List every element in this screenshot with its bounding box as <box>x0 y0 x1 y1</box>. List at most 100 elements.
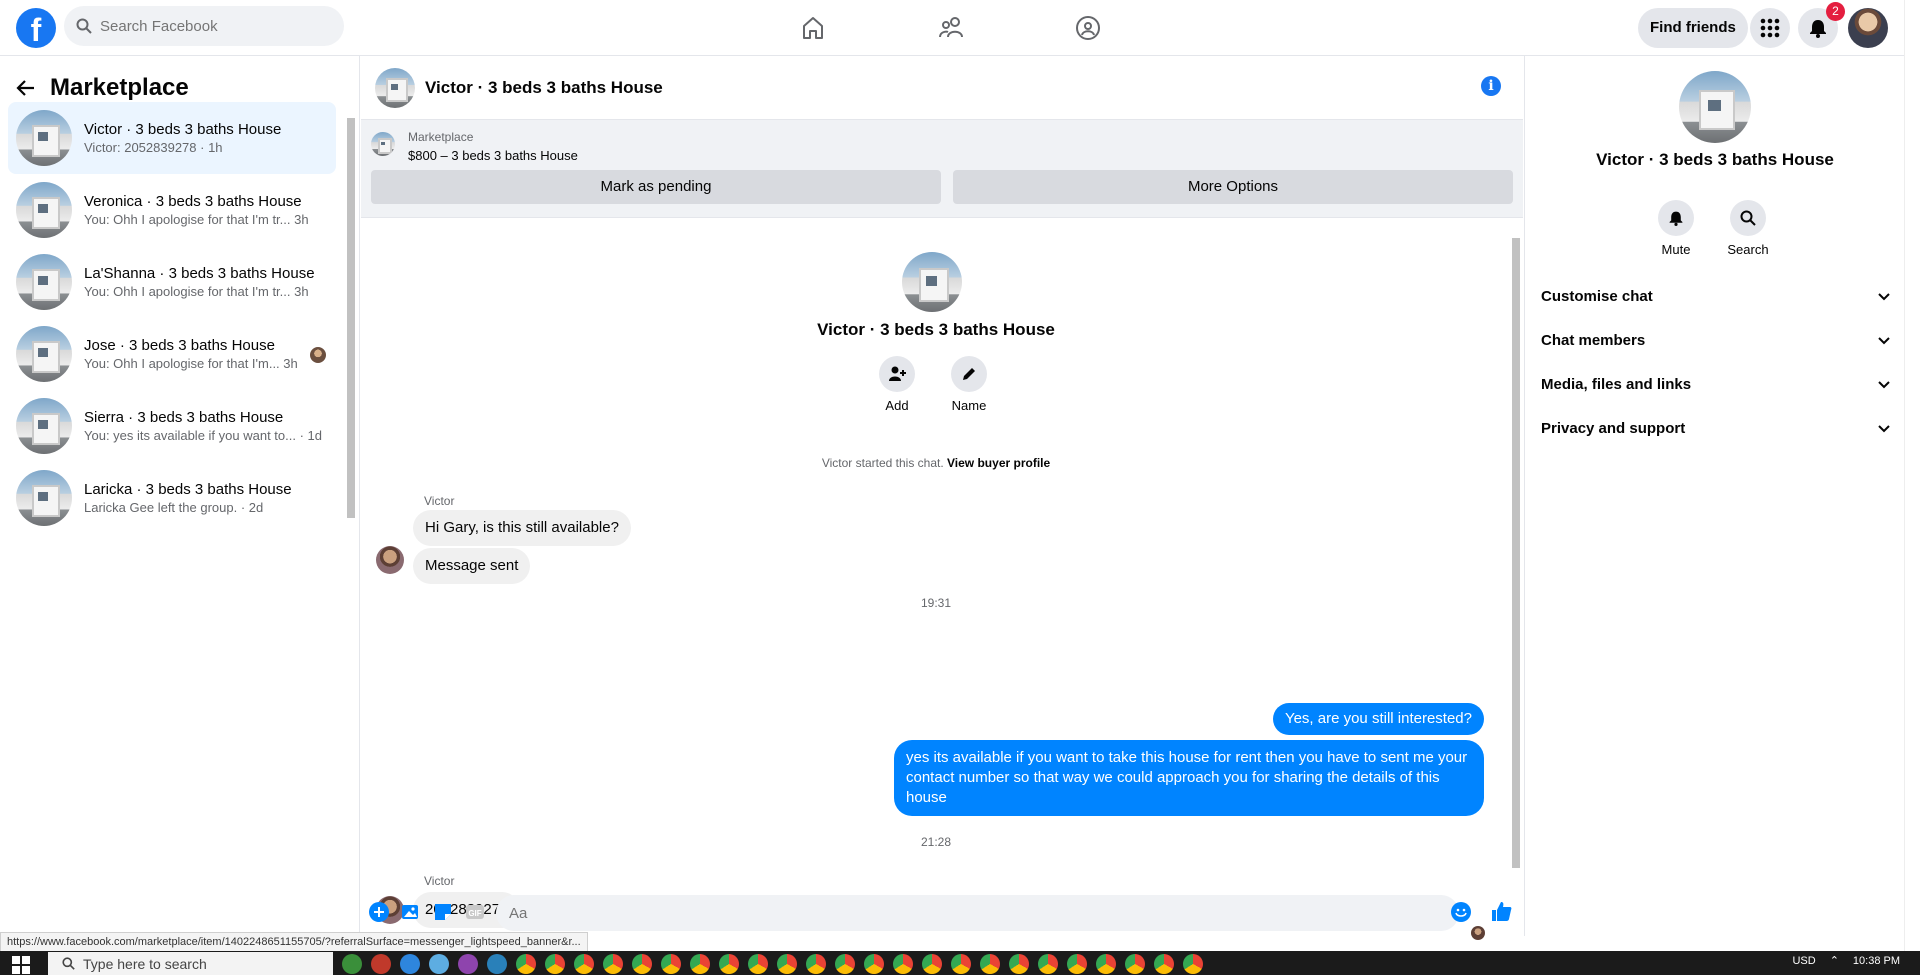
conversation-item-jose[interactable]: Jose · 3 beds 3 baths House You: Ohh I a… <box>8 318 336 390</box>
listing-avatar <box>16 110 72 166</box>
incoming-message[interactable]: Message sent <box>413 548 531 584</box>
chrome-icon[interactable] <box>777 954 797 974</box>
chrome-icon[interactable] <box>1096 954 1116 974</box>
incoming-message[interactable]: Hi Gary, is this still available? <box>413 510 631 546</box>
chrome-icon[interactable] <box>1009 954 1029 974</box>
conversation-avatar[interactable] <box>1679 71 1751 143</box>
chrome-icon[interactable] <box>1125 954 1145 974</box>
sticker-icon[interactable] <box>433 902 453 922</box>
name-chat-button[interactable]: Name <box>939 356 999 413</box>
taskbar-clock[interactable]: 10:38 PM <box>1853 955 1900 967</box>
taskbar-search-box[interactable]: Type here to search <box>48 952 333 975</box>
chrome-icon[interactable] <box>1154 954 1174 974</box>
chrome-icon[interactable] <box>1067 954 1087 974</box>
chrome-icon[interactable] <box>661 954 681 974</box>
chrome-icon[interactable] <box>806 954 826 974</box>
link-status-bar: https://www.facebook.com/marketplace/ite… <box>0 932 588 952</box>
search-input[interactable] <box>100 17 320 35</box>
conversation-item-sierra[interactable]: Sierra · 3 beds 3 baths House You: yes i… <box>8 390 336 462</box>
chat-started-text: Victor started this chat. <box>821 456 944 470</box>
chrome-icon[interactable] <box>893 954 913 974</box>
photo-icon[interactable] <box>401 902 421 922</box>
chrome-icon[interactable] <box>748 954 768 974</box>
page-scrollbar[interactable] <box>1904 0 1920 975</box>
search-box[interactable] <box>64 6 344 46</box>
conversation-snippet: Laricka Gee left the group. · 2d <box>84 500 264 515</box>
menu-grid-icon[interactable] <box>1750 8 1790 48</box>
chrome-icon[interactable] <box>951 954 971 974</box>
windows-start-icon[interactable] <box>12 956 32 974</box>
chrome-icon[interactable] <box>603 954 623 974</box>
chrome-icon[interactable] <box>1183 954 1203 974</box>
taskbar-app-icon[interactable] <box>429 954 449 974</box>
mute-button[interactable]: Mute <box>1641 200 1711 257</box>
add-people-button[interactable]: Add <box>867 356 927 413</box>
emoji-icon[interactable] <box>1451 902 1471 922</box>
friends-icon[interactable] <box>932 8 972 48</box>
chrome-icon[interactable] <box>922 954 942 974</box>
chrome-icon[interactable] <box>1038 954 1058 974</box>
chevron-down-icon <box>1877 289 1891 303</box>
currency-indicator[interactable]: USD <box>1792 955 1815 967</box>
sender-avatar[interactable] <box>376 546 404 574</box>
taskbar-pinned-apps <box>342 954 1203 974</box>
chrome-icon[interactable] <box>864 954 884 974</box>
notification-count-badge: 2 <box>1826 2 1845 21</box>
chat-panel: Victor · 3 beds 3 baths House i Marketpl… <box>361 56 1523 940</box>
search-in-conversation-button[interactable]: Search <box>1713 200 1783 257</box>
download-icon[interactable] <box>400 954 420 974</box>
chrome-icon[interactable] <box>574 954 594 974</box>
gif-icon[interactable]: GIF <box>465 902 485 922</box>
message-composer: GIF <box>361 888 1523 936</box>
section-media-files-links[interactable]: Media, files and links <box>1541 362 1891 406</box>
thumbs-up-icon[interactable] <box>1490 900 1512 922</box>
chat-title[interactable]: Victor · 3 beds 3 baths House <box>425 78 663 98</box>
chrome-icon[interactable] <box>545 954 565 974</box>
thread-scrollbar[interactable] <box>1509 218 1523 888</box>
groups-icon[interactable] <box>1068 8 1108 48</box>
chevron-up-icon[interactable]: ⌃ <box>1830 954 1839 967</box>
section-customise-chat[interactable]: Customise chat <box>1541 274 1891 318</box>
find-friends-button[interactable]: Find friends <box>1638 8 1748 48</box>
listing-price-title[interactable]: $800 – 3 beds 3 baths House <box>408 148 578 163</box>
outgoing-message[interactable]: yes its available if you want to take th… <box>894 740 1484 816</box>
chrome-icon[interactable] <box>719 954 739 974</box>
intro-avatar <box>902 252 962 312</box>
conversation-item-victor[interactable]: Victor · 3 beds 3 baths House Victor: 20… <box>8 102 336 174</box>
taskbar-app-icon[interactable] <box>371 954 391 974</box>
chrome-icon[interactable] <box>632 954 652 974</box>
taskbar-app-icon[interactable] <box>458 954 478 974</box>
chrome-icon[interactable] <box>835 954 855 974</box>
marketplace-listing-banner: Marketplace $800 – 3 beds 3 baths House … <box>361 120 1523 218</box>
conversation-item-laricka[interactable]: Laricka · 3 beds 3 baths House Laricka G… <box>8 462 336 534</box>
chevron-down-icon <box>1877 333 1891 347</box>
conversation-item-veronica[interactable]: Veronica · 3 beds 3 baths House You: Ohh… <box>8 174 336 246</box>
conversation-title: Victor · 3 beds 3 baths House <box>1596 150 1834 169</box>
home-icon[interactable] <box>793 8 833 48</box>
chat-avatar[interactable] <box>375 67 415 108</box>
chrome-icon[interactable] <box>516 954 536 974</box>
mark-as-pending-button[interactable]: Mark as pending <box>371 170 941 204</box>
more-options-button[interactable]: More Options <box>953 170 1513 204</box>
chrome-icon[interactable] <box>690 954 710 974</box>
info-icon[interactable]: i <box>1481 76 1501 96</box>
section-privacy-support[interactable]: Privacy and support <box>1541 406 1891 450</box>
conversation-item-lashanna[interactable]: La'Shanna · 3 beds 3 baths House You: Oh… <box>8 246 336 318</box>
conversation-name: Sierra · 3 beds 3 baths House <box>84 409 284 426</box>
outgoing-message[interactable]: Yes, are you still interested? <box>1272 703 1484 735</box>
message-input[interactable] <box>496 895 1459 931</box>
section-chat-members[interactable]: Chat members <box>1541 318 1891 362</box>
view-buyer-profile-link[interactable]: View buyer profile <box>947 456 1050 470</box>
facebook-logo[interactable]: f <box>16 8 56 48</box>
taskbar-app-icon[interactable] <box>487 954 507 974</box>
search-label: Search <box>1727 242 1769 257</box>
taskbar-app-icon[interactable] <box>342 954 362 974</box>
profile-avatar[interactable] <box>1848 8 1888 48</box>
plus-circle-icon[interactable] <box>369 902 389 922</box>
top-navigation-bar: f Find friends 2 <box>0 0 1920 56</box>
chrome-icon[interactable] <box>980 954 1000 974</box>
svg-text:GIF: GIF <box>468 909 481 918</box>
conversation-list-scrollbar[interactable] <box>344 108 356 538</box>
listing-thumbnail[interactable] <box>371 132 395 156</box>
back-arrow-icon[interactable] <box>16 78 36 98</box>
